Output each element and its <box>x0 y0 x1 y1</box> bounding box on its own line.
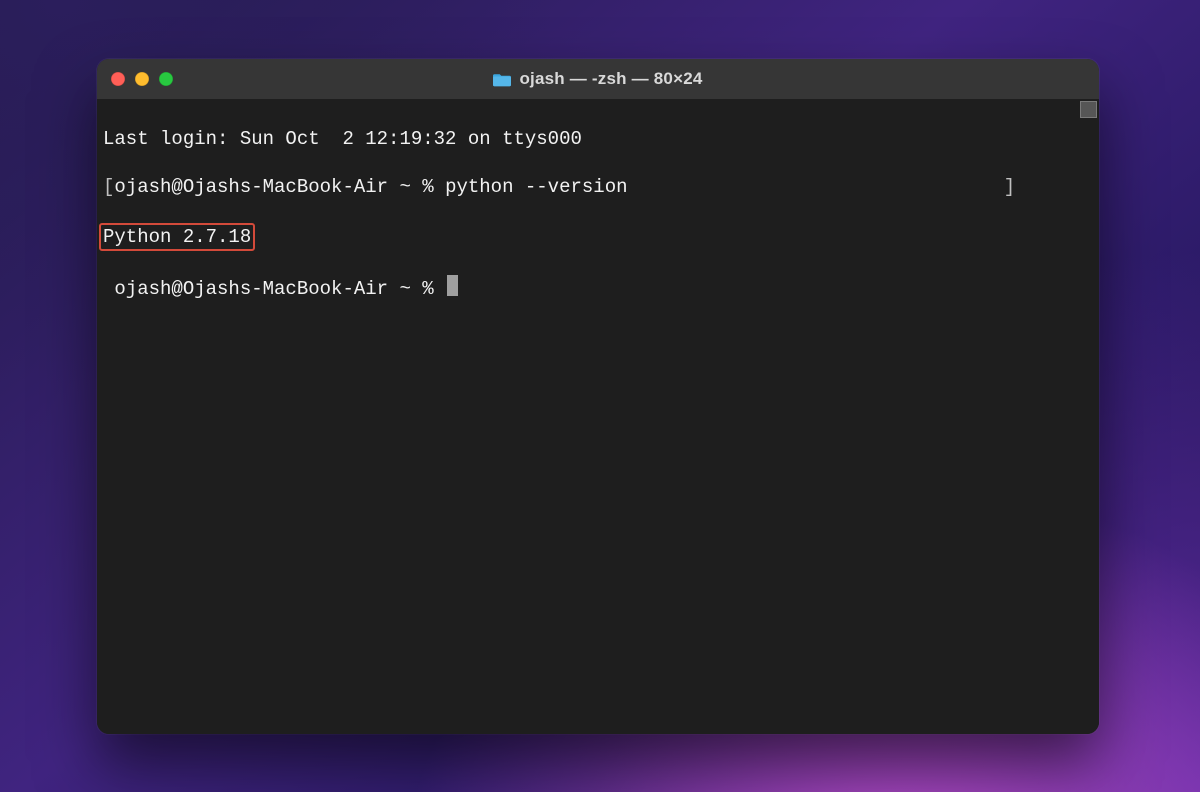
version-highlight: Python 2.7.18 <box>99 223 255 251</box>
zoom-button[interactable] <box>159 72 173 86</box>
prompt-line-1: [ojash@Ojashs-MacBook-Air ~ % python --v… <box>103 175 1091 199</box>
command-1: python --version <box>445 176 627 198</box>
window-controls <box>97 72 173 86</box>
scrollbar-marker[interactable] <box>1080 101 1097 118</box>
terminal-cursor <box>447 275 458 296</box>
prompt-line-2: ojash@Ojashs-MacBook-Air ~ % <box>103 275 1091 301</box>
window-titlebar[interactable]: ojash — -zsh — 80×24 <box>97 59 1099 99</box>
close-button[interactable] <box>111 72 125 86</box>
terminal-window: ojash — -zsh — 80×24 Last login: Sun Oct… <box>97 59 1099 734</box>
desktop-wallpaper: ojash — -zsh — 80×24 Last login: Sun Oct… <box>0 0 1200 792</box>
bracket-close: ] <box>1004 176 1015 198</box>
bracket-open: [ <box>103 176 114 198</box>
window-title: ojash — -zsh — 80×24 <box>97 69 1099 89</box>
output-line-1: Python 2.7.18 <box>103 223 1091 251</box>
minimize-button[interactable] <box>135 72 149 86</box>
prompt-1: ojash@Ojashs-MacBook-Air ~ % <box>114 176 445 198</box>
folder-icon <box>493 72 511 87</box>
terminal-content[interactable]: Last login: Sun Oct 2 12:19:32 on ttys00… <box>97 99 1099 734</box>
window-title-text: ojash — -zsh — 80×24 <box>519 69 702 89</box>
last-login-line: Last login: Sun Oct 2 12:19:32 on ttys00… <box>103 127 1091 151</box>
prompt-2: ojash@Ojashs-MacBook-Air ~ % <box>114 278 445 300</box>
